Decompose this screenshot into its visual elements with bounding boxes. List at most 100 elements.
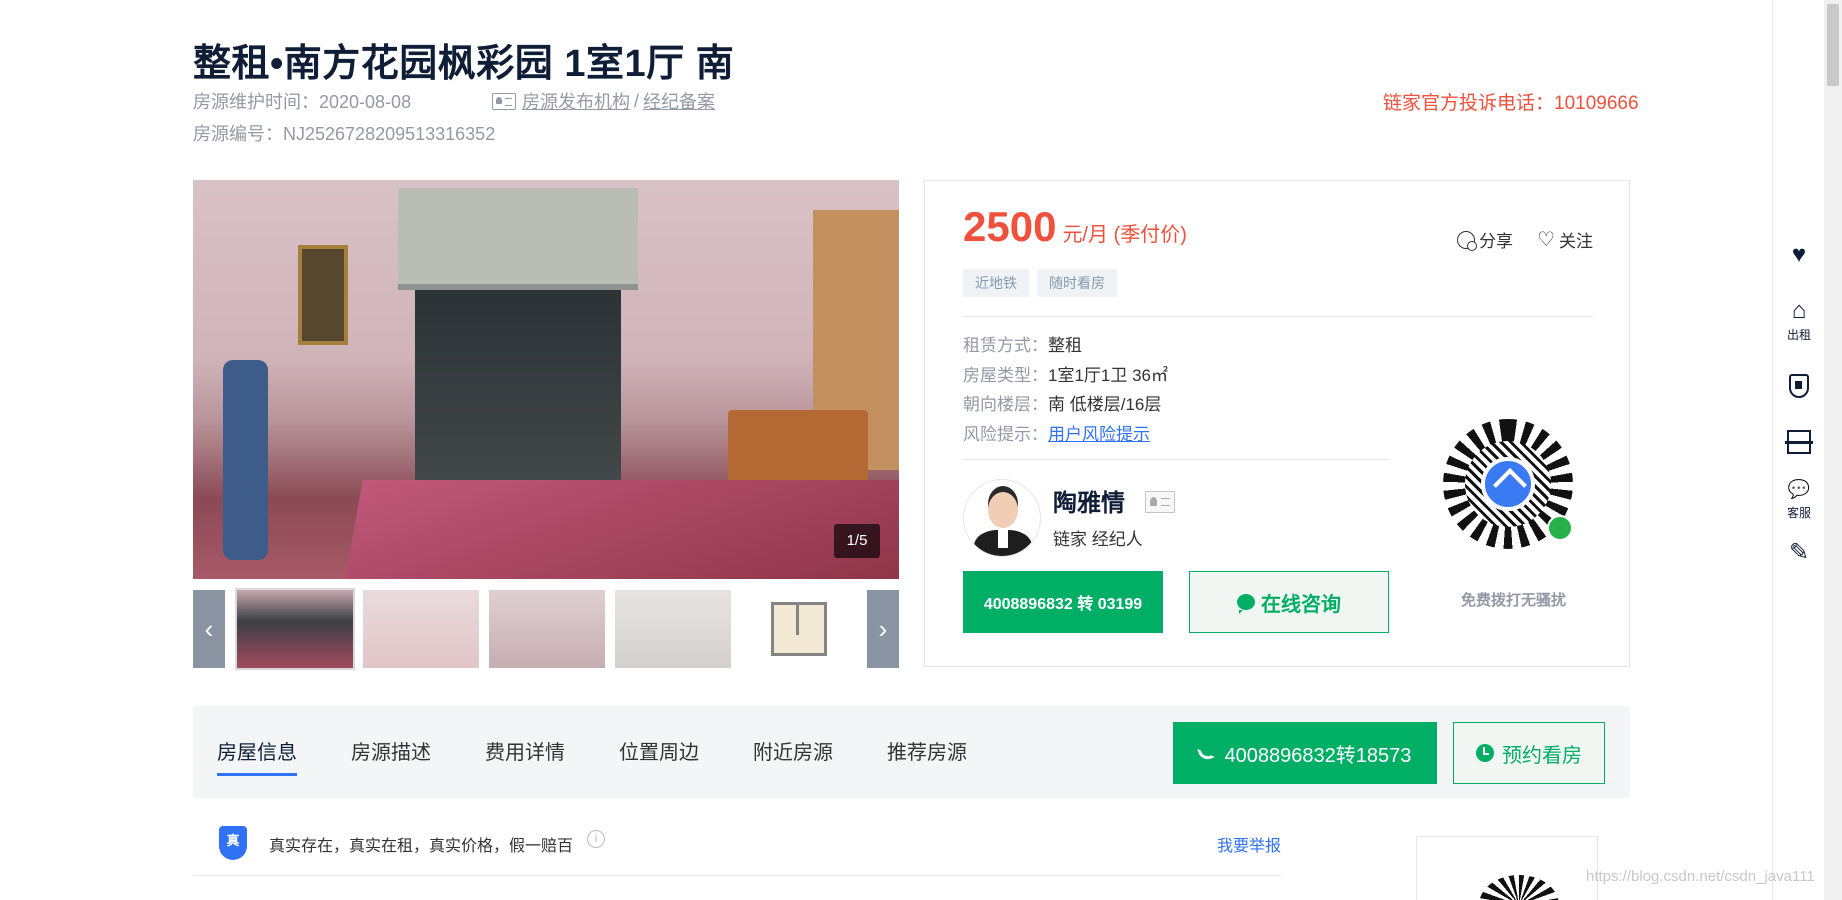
chevron-right-icon[interactable]: › (867, 590, 899, 668)
sidebar-scan[interactable] (1773, 430, 1825, 457)
consult-button[interactable]: 在线咨询 (1189, 571, 1389, 633)
prop-row: 房屋类型：1室1厅1卫 36㎡ (963, 361, 1168, 391)
thumbnail-strip: ‹ › (193, 588, 899, 670)
house-code-label: 房源编号： (193, 124, 283, 144)
maintain-time: 房源维护时间：2020-08-08 (193, 88, 411, 114)
qr-note: 免费拨打无骚扰 (1461, 592, 1567, 609)
house-icon: ⌂ (1791, 297, 1807, 324)
watermark: https://blog.csdn.net/csdn_java111 (1586, 868, 1815, 885)
price-amount: 2500 (963, 203, 1057, 250)
chevron-left-icon[interactable]: ‹ (193, 590, 225, 668)
photo-counter: 1/5 (834, 524, 880, 558)
clock-icon (1476, 744, 1494, 762)
edit-icon: ✎ (1788, 539, 1810, 566)
call-button[interactable]: 4008896832转18573 (1173, 722, 1437, 784)
tag: 随时看房 (1037, 269, 1117, 297)
follow-label: 关注 (1559, 232, 1593, 251)
sidebar-rent-out[interactable]: ⌂ 出租 (1773, 298, 1825, 343)
complaint-phone: 链家官方投诉电话：10109666 (1383, 93, 1639, 114)
tags: 近地铁 随时看房 (963, 269, 1117, 297)
page-title: 整租•南方花园枫彩园 1室1厅 南 (193, 43, 735, 85)
avatar[interactable] (963, 479, 1041, 557)
photo-window (415, 285, 621, 505)
thumbnail[interactable] (615, 590, 731, 668)
agent-role: 链家 经纪人 (1053, 530, 1143, 549)
chat-icon (1237, 594, 1255, 614)
thumbnail[interactable] (235, 588, 355, 670)
agent-phone-button[interactable]: 4008896832 转 03199 (963, 571, 1163, 633)
photo-bed (343, 480, 899, 579)
prop-label: 租赁方式： (963, 336, 1048, 355)
prop-label: 朝向楼层： (963, 395, 1048, 414)
property-list: 租赁方式：整租 房屋类型：1室1厅1卫 36㎡ 朝向楼层：南 低楼层/16层 风… (963, 331, 1168, 449)
thumbnail-floorplan[interactable] (741, 590, 857, 668)
appointment-button[interactable]: 预约看房 (1453, 722, 1605, 784)
follow-button[interactable]: ♡ 关注 (1537, 227, 1593, 252)
avatar-collar (998, 530, 1008, 548)
tab-bar: 房屋信息 房源描述 费用详情 位置周边 附近房源 推荐房源 4008896832… (193, 706, 1630, 798)
report-link[interactable]: 我要举报 (1217, 832, 1281, 856)
sidebar-label: 客服 (1786, 506, 1811, 520)
actions: 分享 ♡ 关注 (1457, 227, 1593, 252)
lianjia-logo-icon (1481, 457, 1535, 511)
house-code-value: NJ2526728209513316352 (283, 124, 496, 144)
sidebar-feedback[interactable]: ✎ (1773, 540, 1825, 566)
mini-program-icon (1547, 515, 1573, 541)
org-separator: / (634, 90, 640, 111)
sidebar-service[interactable]: 💬 客服 (1773, 476, 1825, 521)
tab-description[interactable]: 房源描述 (351, 736, 431, 776)
divider (963, 459, 1389, 460)
info-icon[interactable]: i (587, 830, 605, 848)
heart-outline-icon: ♡ (1537, 228, 1555, 251)
call-label: 4008896832转18573 (1224, 744, 1412, 767)
maintain-label: 房源维护时间： (193, 92, 319, 112)
share-button[interactable]: 分享 (1457, 227, 1513, 252)
tabs: 房屋信息 房源描述 费用详情 位置周边 附近房源 推荐房源 (217, 736, 1021, 776)
record-link[interactable]: 经纪备案 (643, 88, 715, 114)
price-unit: 元/月 (季付价) (1062, 224, 1187, 246)
id-card-icon (492, 92, 516, 110)
org-links: 房源发布机构 / 经纪备案 (492, 88, 715, 114)
scrollbar[interactable] (1824, 0, 1842, 900)
share-icon (1457, 230, 1478, 251)
price: 2500 元/月 (季付价) (963, 203, 1187, 251)
shield-icon (1789, 374, 1809, 398)
photo-blind (398, 188, 638, 290)
heart-icon: ♥ (1791, 241, 1807, 268)
risk-link[interactable]: 用户风险提示 (1048, 425, 1150, 444)
prop-label: 房屋类型： (963, 365, 1048, 385)
shield-icon: 真 (219, 826, 247, 860)
prop-value: 南 低楼层/16层 (1048, 395, 1162, 414)
agent-name[interactable]: 陶雅情 (1053, 483, 1125, 518)
tab-house-info[interactable]: 房屋信息 (217, 736, 297, 776)
prop-value: 1室1厅1卫 36㎡ (1048, 365, 1168, 385)
thumbnail[interactable] (363, 590, 479, 668)
tab-fees[interactable]: 费用详情 (485, 736, 565, 776)
prop-row: 风险提示：用户风险提示 (963, 420, 1168, 450)
divider (963, 316, 1593, 317)
thumbnail[interactable] (489, 590, 605, 668)
sidebar-favorites[interactable]: ♥ (1773, 242, 1825, 268)
photo-frame (298, 245, 348, 345)
info-panel: 2500 元/月 (季付价) 分享 ♡ 关注 近地铁 随时看房 租赁方式：整租 … (924, 180, 1630, 667)
main-photo[interactable] (193, 180, 899, 579)
scan-icon (1785, 430, 1813, 454)
tab-recommend[interactable]: 推荐房源 (887, 736, 967, 776)
side-qr-box (1416, 836, 1598, 900)
right-sidebar: ♥ ⌂ 出租 💬 客服 ✎ (1772, 0, 1824, 900)
org-link[interactable]: 房源发布机构 (522, 88, 630, 114)
consult-label: 在线咨询 (1261, 593, 1341, 616)
prop-label: 风险提示： (963, 424, 1048, 444)
sidebar-label: 出租 (1786, 328, 1811, 342)
agent-card-icon[interactable] (1145, 491, 1175, 513)
floorplan-icon (771, 602, 827, 656)
tab-nearby[interactable]: 附近房源 (753, 736, 833, 776)
scroll-thumb[interactable] (1827, 4, 1839, 86)
photo-coat (223, 360, 268, 560)
tab-location[interactable]: 位置周边 (619, 736, 699, 776)
phone-icon (1196, 744, 1215, 762)
prop-row: 朝向楼层：南 低楼层/16层 (963, 390, 1168, 420)
tag: 近地铁 (963, 269, 1029, 297)
sidebar-guarantee[interactable] (1773, 374, 1825, 401)
prop-value: 整租 (1048, 336, 1082, 355)
